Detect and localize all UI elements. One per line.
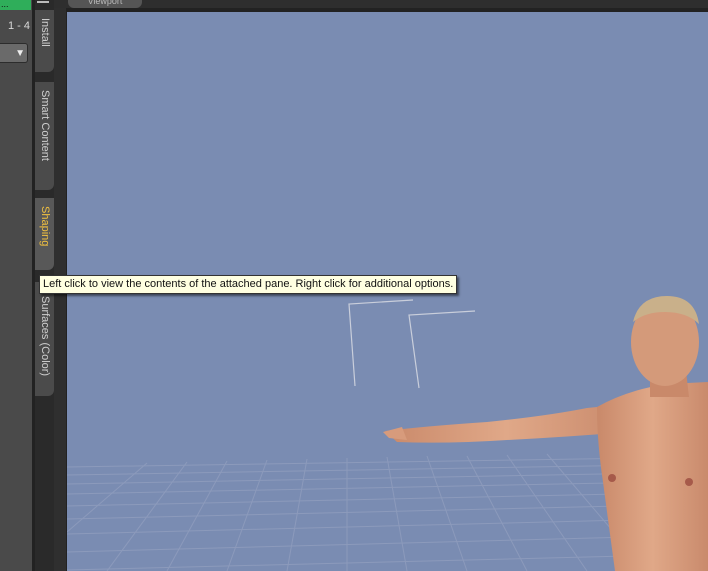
viewport-tab-bar	[54, 0, 708, 8]
tab-label: Surfaces (Color)	[39, 296, 51, 377]
tab-viewport[interactable]: Viewport	[68, 0, 142, 8]
tab-smart-content[interactable]: Smart Content	[35, 82, 54, 190]
options-dropdown[interactable]: ▼	[0, 43, 28, 63]
tooltip: Left click to view the contents of the a…	[39, 275, 458, 294]
human-figure[interactable]	[383, 296, 708, 571]
tab-label: Smart Content	[39, 90, 51, 161]
menu-icon[interactable]	[37, 1, 49, 3]
left-panel: ... 1 - 4 ▼	[0, 0, 32, 571]
tab-surfaces[interactable]: Surfaces (Color)	[35, 282, 54, 396]
pane-tab-green[interactable]: ...	[0, 0, 31, 10]
tab-shaping[interactable]: Shaping	[35, 198, 54, 270]
page-range: 1 - 4	[7, 20, 30, 32]
tab-label: Install	[39, 18, 51, 47]
chevron-down-icon: ▼	[15, 48, 25, 59]
tab-install[interactable]: Install	[35, 10, 54, 72]
tab-label: Shaping	[39, 206, 51, 247]
camera-guides	[348, 299, 476, 389]
